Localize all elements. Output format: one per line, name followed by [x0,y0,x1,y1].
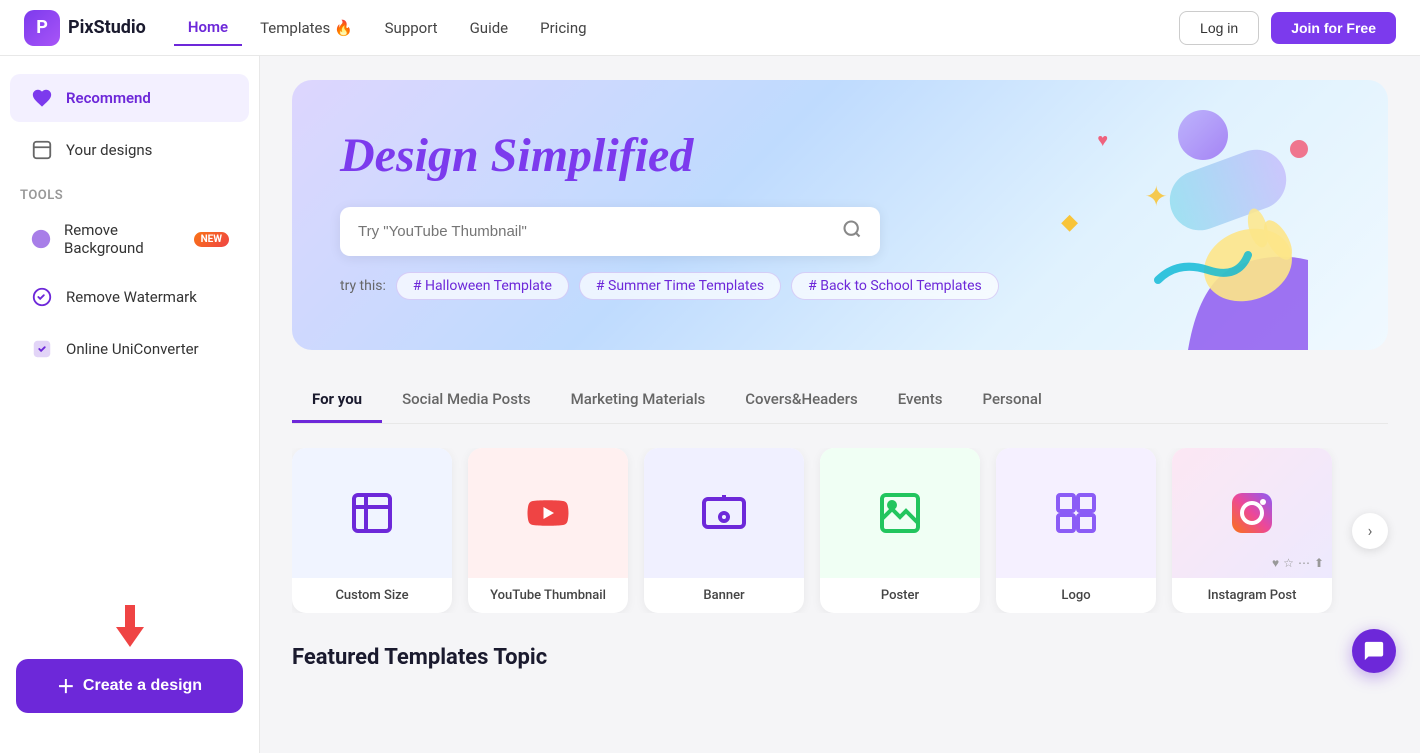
featured-section: Featured Templates Topic [292,645,1388,670]
nav-right: Log in Join for Free [1179,11,1396,45]
logo-icon: P [24,10,60,46]
tab-personal[interactable]: Personal [962,378,1061,423]
join-button[interactable]: Join for Free [1271,12,1396,44]
new-badge: NEW [194,232,229,247]
sidebar-item-uniconverter[interactable]: Online UniConverter [10,325,249,373]
card-poster[interactable]: Poster [820,448,980,613]
tab-events[interactable]: Events [878,378,963,423]
card-instagram[interactable]: ♥☆⋯⬆ Instagram Post [1172,448,1332,613]
deco-diamond: ◆ [1061,210,1078,235]
card-youtube-thumbnail[interactable]: YouTube Thumbnail [468,448,628,613]
remove-watermark-icon [30,285,54,309]
card-custom-size[interactable]: Custom Size [292,448,452,613]
card-youtube-label: YouTube Thumbnail [468,578,628,613]
uniconverter-label: Online UniConverter [66,340,199,358]
search-button[interactable] [842,219,862,244]
scroll-right-button[interactable]: › [1352,513,1388,549]
card-youtube-preview [468,448,628,578]
card-logo-label: Logo [996,578,1156,613]
heart-icon [30,86,54,110]
sidebar-item-remove-watermark[interactable]: Remove Watermark [10,273,249,321]
try-label: try this: [340,278,386,294]
create-label: Create a design [83,677,202,695]
tag-halloween[interactable]: # Halloween Template [396,272,569,300]
sidebar-item-your-designs[interactable]: Your designs [10,126,249,174]
nav-links: Home Templates 🔥 Support Guide Pricing [174,10,601,46]
remove-bg-icon [30,227,52,251]
nav-support[interactable]: Support [371,11,452,45]
recommend-label: Recommend [66,89,151,107]
remove-watermark-label: Remove Watermark [66,288,197,306]
tab-for-you[interactable]: For you [292,378,382,423]
hero-decoration: ✦ ♥ [988,80,1388,350]
nav-pricing[interactable]: Pricing [526,11,600,45]
tab-social-media[interactable]: Social Media Posts [382,378,551,423]
logo-text: PixStudio [68,17,146,38]
card-logo[interactable]: Logo [996,448,1156,613]
login-button[interactable]: Log in [1179,11,1259,45]
design-type-section: Custom Size YouTube Thumbnail [292,448,1388,613]
card-poster-preview [820,448,980,578]
sidebar-bottom: ＋ Create a design [0,585,259,737]
create-design-button[interactable]: ＋ Create a design [16,659,243,713]
arrow-down-icon [116,627,144,647]
tab-covers-headers[interactable]: Covers&Headers [725,378,878,423]
nav-home[interactable]: Home [174,10,242,46]
search-bar [340,207,880,256]
featured-title: Featured Templates Topic [292,645,1388,670]
card-custom-label: Custom Size [292,578,452,613]
tag-summer[interactable]: # Summer Time Templates [579,272,781,300]
tools-section-label: Tools [0,176,259,207]
sidebar: Recommend Your designs Tools Remove Back… [0,56,260,753]
main-content: Design Simplified try this: # Halloween … [260,56,1420,753]
uniconverter-icon [30,337,54,361]
card-instagram-label: Instagram Post [1172,578,1332,613]
sidebar-item-recommend[interactable]: Recommend [10,74,249,122]
card-banner[interactable]: Banner [644,448,804,613]
create-plus-icon: ＋ [57,673,75,699]
sidebar-item-remove-bg[interactable]: Remove Background NEW [10,209,249,269]
design-card-grid: Custom Size YouTube Thumbnail [292,448,1388,613]
tag-back-to-school[interactable]: # Back to School Templates [791,272,999,300]
instagram-overlay: ♥☆⋯⬆ [1272,556,1324,570]
logo[interactable]: P PixStudio [24,10,146,46]
remove-bg-label: Remove Background [64,221,176,257]
arrow-stem [125,605,135,627]
category-tabs: For you Social Media Posts Marketing Mat… [292,378,1388,424]
tab-marketing[interactable]: Marketing Materials [551,378,726,423]
create-arrow [16,605,243,651]
card-banner-label: Banner [644,578,804,613]
card-banner-preview [644,448,804,578]
try-this: try this: # Halloween Template # Summer … [340,272,1340,300]
nav-templates[interactable]: Templates 🔥 [246,11,367,45]
card-logo-preview [996,448,1156,578]
nav-guide[interactable]: Guide [456,11,523,45]
card-custom-preview [292,448,452,578]
designs-icon [30,138,54,162]
card-instagram-preview: ♥☆⋯⬆ [1172,448,1332,578]
your-designs-label: Your designs [66,141,152,159]
navbar: P PixStudio Home Templates 🔥 Support Gui… [0,0,1420,56]
card-poster-label: Poster [820,578,980,613]
layout: Recommend Your designs Tools Remove Back… [0,56,1420,753]
chat-bubble-button[interactable] [1352,629,1396,673]
search-input[interactable] [358,223,842,240]
hero-banner: Design Simplified try this: # Halloween … [292,80,1388,350]
hero-title: Design Simplified [340,130,1340,207]
